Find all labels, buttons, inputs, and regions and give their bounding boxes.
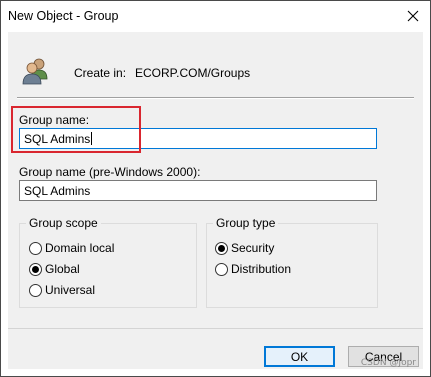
group-type-legend: Group type — [216, 216, 276, 230]
radio-universal-indicator — [29, 283, 42, 297]
ok-button[interactable]: OK — [264, 346, 335, 367]
group-scope-legend: Group scope — [29, 216, 98, 230]
radio-universal-label: Universal — [45, 283, 96, 297]
radio-global[interactable]: Global — [29, 262, 80, 276]
dialog-body: Create in: ECORP.COM/Groups Group name: … — [8, 32, 423, 369]
group-name-value: SQL Admins — [24, 132, 91, 146]
radio-global-label: Global — [45, 262, 80, 276]
group-name-input[interactable]: SQL Admins — [19, 128, 377, 149]
radio-global-indicator — [29, 262, 42, 276]
title-bar: New Object - Group — [1, 1, 430, 32]
radio-universal[interactable]: Universal — [29, 283, 95, 297]
radio-distribution[interactable]: Distribution — [215, 262, 291, 276]
close-icon[interactable] — [398, 1, 428, 31]
radio-distribution-indicator — [215, 262, 228, 276]
header-divider — [17, 97, 414, 99]
group-name-pre2000-value: SQL Admins — [24, 184, 91, 198]
create-in-path: ECORP.COM/Groups — [135, 66, 251, 80]
group-name-label: Group name: — [19, 113, 90, 127]
group-name-pre2000-label: Group name (pre-Windows 2000): — [19, 165, 201, 179]
group-name-pre2000-input[interactable]: SQL Admins — [19, 180, 377, 201]
radio-security[interactable]: Security — [215, 241, 274, 255]
radio-security-label: Security — [231, 241, 275, 255]
new-object-group-dialog: New Object - Group Create in: ECORP.COM/… — [0, 0, 431, 377]
watermark-text: CSDN @Jopr — [360, 358, 416, 368]
text-caret — [91, 132, 93, 145]
radio-domain-local[interactable]: Domain local — [29, 241, 114, 255]
window-title: New Object - Group — [8, 9, 119, 23]
group-users-icon — [20, 55, 52, 87]
create-in-label: Create in: — [74, 66, 127, 80]
radio-domain-local-label: Domain local — [45, 241, 115, 255]
radio-security-indicator — [215, 241, 228, 255]
footer-divider — [8, 328, 423, 329]
radio-distribution-label: Distribution — [231, 262, 292, 276]
radio-domain-local-indicator — [29, 241, 42, 255]
